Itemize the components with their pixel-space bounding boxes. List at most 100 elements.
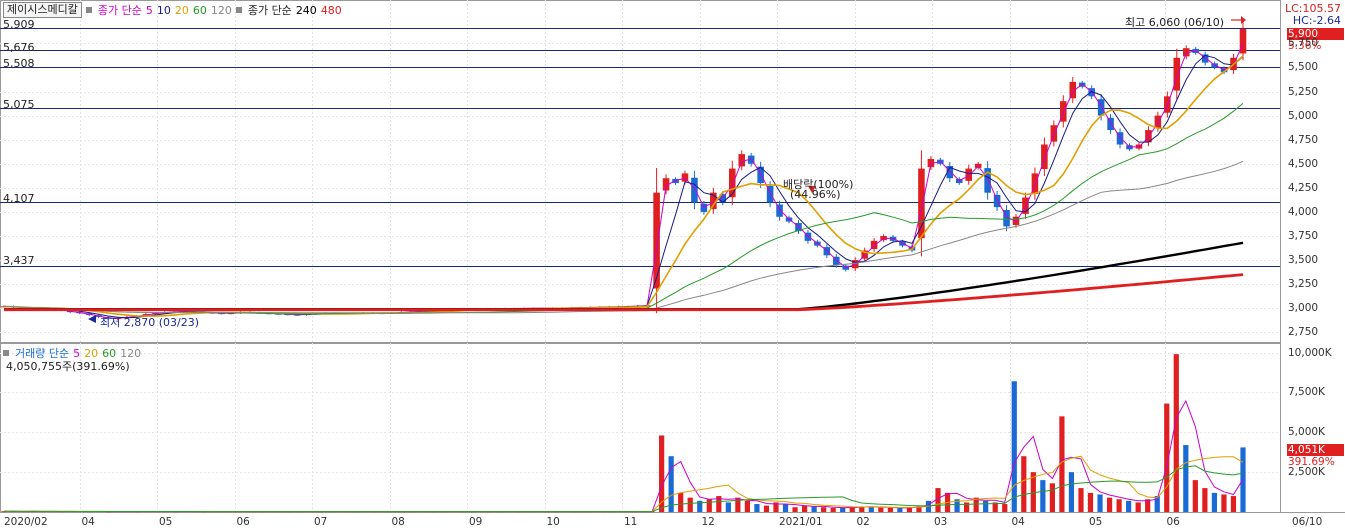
y-tick-label: 4,000 bbox=[1288, 205, 1319, 218]
legend-ma60: 60 bbox=[192, 3, 207, 17]
candle bbox=[653, 192, 660, 289]
volume-bar bbox=[1078, 488, 1084, 512]
y-tick-label: 3,000 bbox=[1288, 301, 1319, 314]
x-tick-label: 2020/02 bbox=[4, 516, 48, 528]
volume-bar bbox=[821, 507, 827, 512]
volume-bar bbox=[725, 502, 731, 512]
legend-ma120: 120 bbox=[210, 3, 232, 17]
volume-bar bbox=[1221, 494, 1227, 512]
legend-marker-icon bbox=[235, 7, 242, 13]
y-tick-label: 3,500 bbox=[1288, 253, 1319, 266]
volume-bar bbox=[1183, 445, 1189, 512]
volume-bar bbox=[1173, 354, 1179, 512]
volume-bar bbox=[1202, 488, 1208, 512]
level-label: 5,075 bbox=[3, 98, 35, 111]
x-tick-label: 02 bbox=[856, 516, 870, 528]
level-label: 4,107 bbox=[3, 192, 35, 205]
volume-bar bbox=[1211, 492, 1218, 512]
x-tick-label: 08 bbox=[391, 516, 405, 528]
candle bbox=[1050, 125, 1058, 142]
volume-bar bbox=[801, 505, 808, 512]
volume-bar bbox=[1230, 496, 1237, 512]
y-tick-label: 5,750 bbox=[1288, 36, 1319, 49]
volume-bar bbox=[1135, 502, 1141, 512]
volume-bar bbox=[754, 504, 760, 512]
x-tick-label: 07 bbox=[314, 516, 328, 528]
volume-bar bbox=[782, 504, 789, 512]
x-tick-label: 11 bbox=[624, 516, 638, 528]
volume-panel-frame bbox=[0, 343, 1281, 513]
y-tick-label: 5,000 bbox=[1288, 109, 1319, 122]
candle bbox=[700, 203, 708, 212]
volume-bar bbox=[668, 456, 674, 512]
volume-bar bbox=[1116, 499, 1122, 512]
volume-bar bbox=[1068, 472, 1075, 512]
volume-bar bbox=[1106, 497, 1113, 512]
volume-bar bbox=[678, 492, 684, 512]
legend-series-label-2: 종가 단순 bbox=[247, 4, 292, 17]
volume-y-tick-label: 10,000K bbox=[1288, 346, 1332, 359]
volume-bar bbox=[1126, 500, 1132, 512]
x-tick-label: 06 bbox=[236, 516, 250, 528]
stock-name[interactable]: 제이시스메디칼 bbox=[3, 2, 82, 18]
volume-bar bbox=[811, 506, 817, 512]
volume-ma5-line bbox=[3, 399, 1244, 513]
ma10-line bbox=[3, 54, 1244, 319]
legend-marker-icon bbox=[85, 7, 92, 13]
ma480-line bbox=[4, 273, 1244, 312]
volume-bar bbox=[744, 500, 751, 512]
legend-ma5: 5 bbox=[145, 3, 153, 17]
y-tick-label: 2,750 bbox=[1288, 325, 1319, 338]
ma240-line bbox=[4, 241, 1244, 311]
legend-ma20: 20 bbox=[174, 3, 189, 17]
volume-bar bbox=[687, 497, 693, 512]
candle bbox=[738, 154, 746, 167]
x-tick-label: 06 bbox=[1166, 516, 1180, 528]
y-tick-label: 5,250 bbox=[1288, 85, 1319, 98]
legend-ma240: 240 bbox=[295, 3, 317, 17]
volume-bar bbox=[706, 499, 712, 512]
y-tick-label: 5,500 bbox=[1288, 60, 1319, 73]
x-tick-label: 12 bbox=[701, 516, 715, 528]
candle bbox=[691, 177, 698, 203]
volume-bar bbox=[1049, 483, 1055, 512]
ma20-line bbox=[3, 55, 1244, 317]
candle bbox=[918, 168, 925, 239]
volume-bar bbox=[887, 507, 893, 512]
legend-ma480: 480 bbox=[320, 3, 342, 17]
volume-bar bbox=[1087, 492, 1094, 512]
y-tick-label: 4,750 bbox=[1288, 133, 1319, 146]
volume-bar bbox=[1192, 480, 1198, 512]
candle bbox=[728, 168, 736, 198]
ma60-line bbox=[3, 103, 1244, 315]
volume-readout: 4,050,755주(391.69%) bbox=[6, 360, 130, 373]
price-legend: 제이시스메디칼 종가 단순 5 10 20 60 120 종가 단순 240 4… bbox=[3, 2, 342, 18]
high-annotation: 최고 6,060 (06/10) bbox=[1125, 16, 1225, 29]
volume-bar bbox=[897, 508, 903, 512]
candle bbox=[993, 194, 1001, 208]
volume-bar bbox=[840, 507, 846, 512]
x-tick-label: 06/10 bbox=[1292, 516, 1323, 528]
volume-bar bbox=[1011, 381, 1017, 512]
dividend-sub-annotation: (44.96%) bbox=[790, 188, 841, 201]
x-tick-label: 09 bbox=[469, 516, 483, 528]
level-label: 5,676 bbox=[3, 41, 35, 54]
volume-bar bbox=[878, 507, 884, 512]
x-tick-label: 10 bbox=[546, 516, 560, 528]
volume-bar bbox=[792, 507, 798, 512]
volume-bar bbox=[830, 508, 836, 512]
volume-bar bbox=[1002, 504, 1008, 512]
y-tick-label: 4,500 bbox=[1288, 157, 1319, 170]
x-tick-label: 03 bbox=[934, 516, 948, 528]
volume-tag: 4,051K bbox=[1287, 444, 1344, 456]
x-tick-label: 05 bbox=[1089, 516, 1103, 528]
volume-bar bbox=[1097, 494, 1103, 512]
x-tick-label: 04 bbox=[1011, 516, 1025, 528]
hc-readout: HC:-2.64 bbox=[1292, 14, 1341, 27]
volume-bar bbox=[983, 500, 989, 512]
legend-series-label: 종가 단순 bbox=[97, 4, 142, 17]
volume-bar bbox=[1021, 456, 1027, 512]
chart-canvas[interactable] bbox=[0, 0, 1345, 532]
x-tick-label: 05 bbox=[159, 516, 173, 528]
legend-marker-icon bbox=[3, 350, 9, 356]
